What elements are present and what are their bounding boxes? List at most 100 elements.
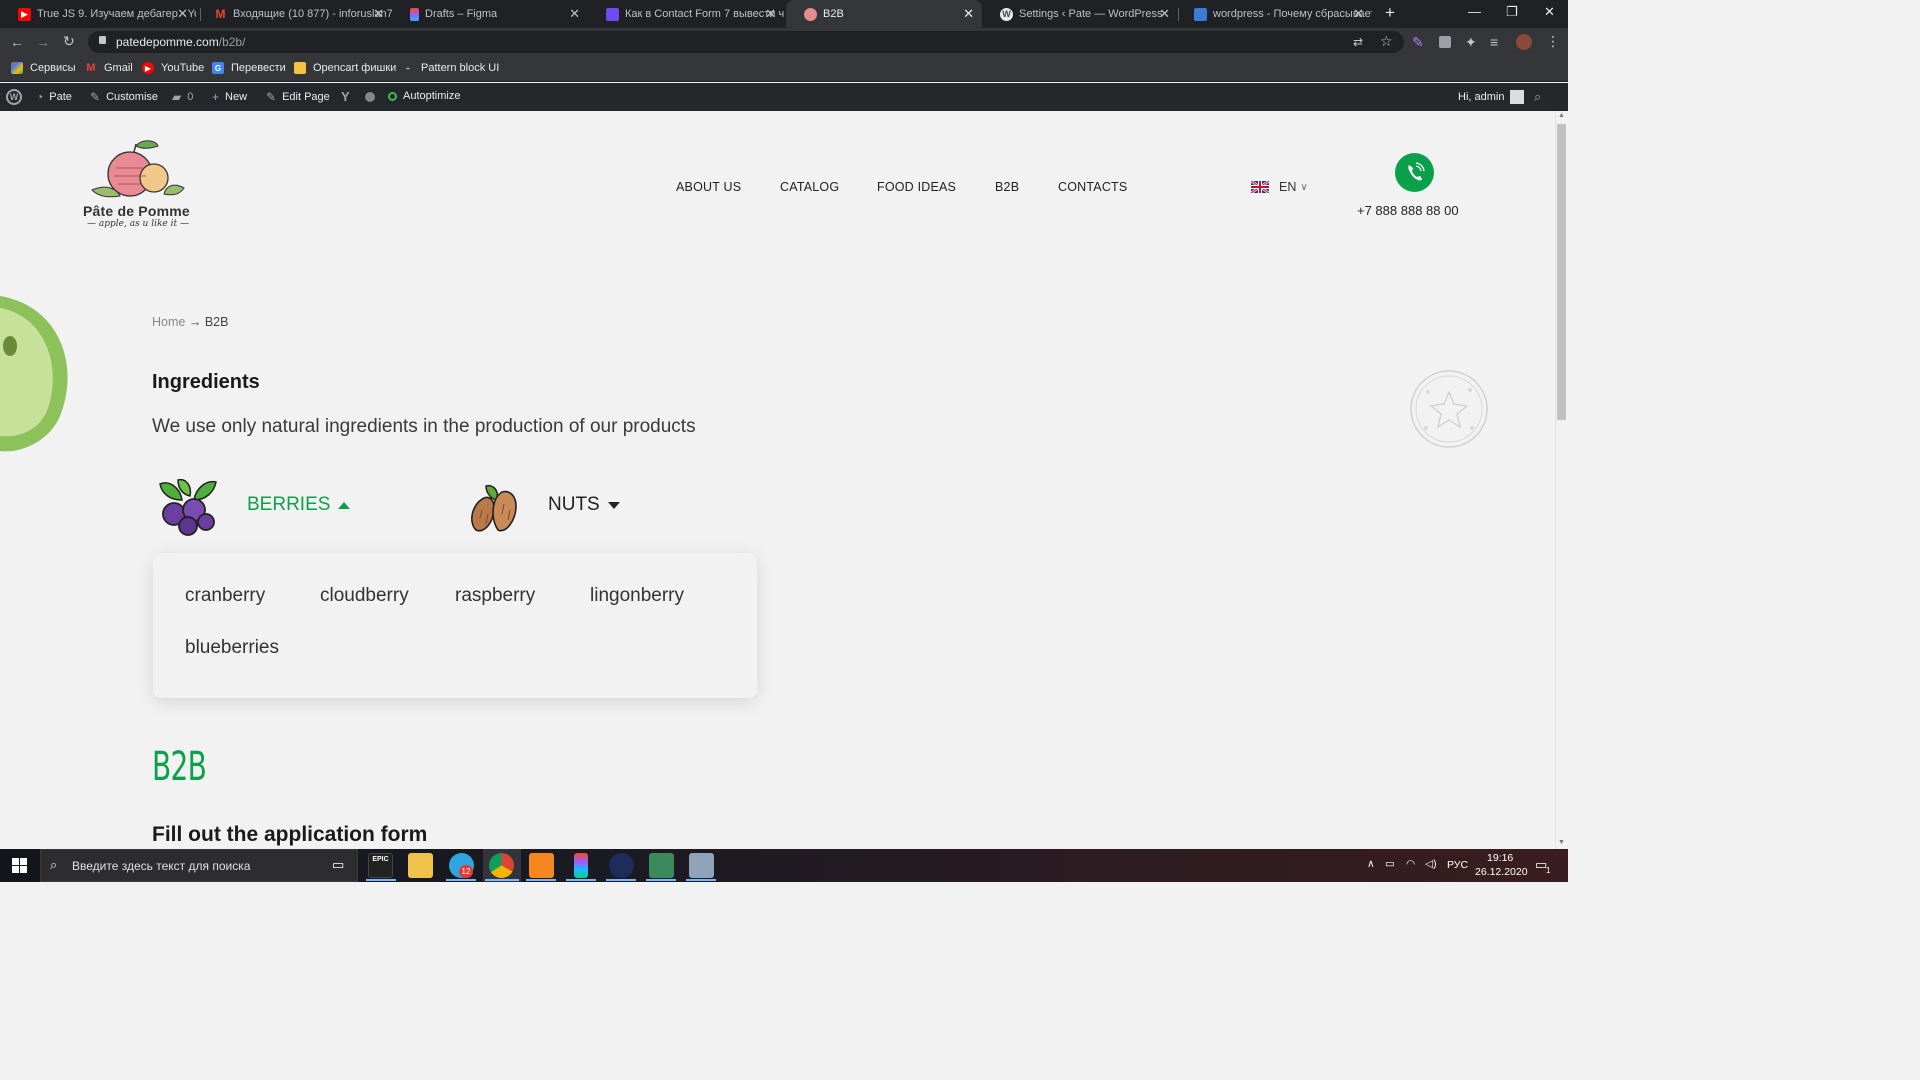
bookmark-label: Перевести: [231, 62, 286, 74]
wp-comment-count: 0: [187, 91, 194, 103]
browser-tab[interactable]: Как в Contact Form 7 вывести ч ✕: [588, 0, 784, 28]
bookmark-item[interactable]: Сервисы: [11, 62, 76, 74]
bookmark-item[interactable]: Opencart фишки: [294, 62, 396, 74]
browser-tab-active[interactable]: B2B ✕: [786, 0, 982, 28]
close-tab-icon[interactable]: ✕: [963, 6, 974, 22]
browser-tab[interactable]: Drafts – Figma ✕: [392, 0, 588, 28]
category-berries-label: BERRIES: [247, 494, 331, 515]
epic-games-icon[interactable]: EPIC: [368, 853, 393, 878]
wp-site-link[interactable]: ◔ Pate: [36, 90, 72, 104]
scrollbar-thumb[interactable]: [1557, 124, 1566, 420]
address-bar[interactable]: [88, 31, 1404, 53]
profile-avatar[interactable]: [1516, 34, 1532, 50]
figma-icon[interactable]: [574, 853, 588, 878]
figma-favicon-icon: [410, 7, 419, 21]
new-tab-icon[interactable]: +: [1385, 3, 1395, 23]
close-window-icon[interactable]: ✕: [1544, 4, 1555, 20]
extension-icon[interactable]: ✎: [1412, 34, 1424, 51]
phone-icon: [1408, 162, 1425, 181]
apple-logo-icon[interactable]: [86, 138, 190, 202]
menu-icon[interactable]: ⋮: [1546, 33, 1560, 50]
wp-customise-link[interactable]: ✎ Customise: [90, 90, 158, 104]
almonds-icon[interactable]: [466, 478, 520, 534]
running-indicator: [485, 879, 519, 881]
bookmark-item[interactable]: ⌁ Pattern block UI: [402, 62, 500, 74]
back-icon[interactable]: ←: [10, 34, 24, 50]
url-text[interactable]: patedepomme.com/b2b/: [116, 35, 245, 49]
file-explorer-icon[interactable]: [408, 853, 433, 878]
wordpress-favicon-icon: W: [1000, 7, 1013, 21]
app-icon[interactable]: [609, 853, 634, 878]
seo-status-dot[interactable]: [365, 92, 375, 102]
blueberries-icon[interactable]: [152, 476, 220, 536]
browser-tab[interactable]: M Входящие (10 877) - inforuslan7 ✕: [196, 0, 393, 28]
translate-icon[interactable]: ⇄: [1353, 35, 1363, 49]
clock-time[interactable]: 19:16: [1487, 852, 1513, 864]
bookmark-item[interactable]: ▶ YouTube: [142, 62, 204, 74]
restore-icon[interactable]: ❐: [1506, 4, 1518, 20]
close-tab-icon[interactable]: ✕: [1159, 6, 1170, 22]
app-icon[interactable]: [689, 853, 714, 878]
category-berries-toggle[interactable]: BERRIES: [247, 494, 351, 516]
wp-autoptimize-link[interactable]: Autoptimize: [388, 90, 460, 102]
nav-about-us[interactable]: ABOUT US: [676, 180, 741, 194]
forward-icon[interactable]: →: [36, 34, 50, 50]
puzzle-icon[interactable]: ✦: [1465, 34, 1477, 51]
running-indicator: [566, 879, 596, 881]
browser-tab[interactable]: wordpress - Почему сбрасывает ✕: [1176, 0, 1372, 28]
browser-tab[interactable]: W Settings ‹ Pate — WordPress ✕: [982, 0, 1178, 28]
bookmark-label: Pattern block UI: [421, 62, 500, 74]
bookmark-item[interactable]: G Перевести: [212, 62, 286, 74]
wp-edit-page-link[interactable]: ✎ Edit Page: [266, 90, 330, 104]
input-language[interactable]: РУС: [1447, 859, 1468, 871]
phone-number[interactable]: +7 888 888 88 00: [1357, 203, 1459, 218]
nav-b2b[interactable]: B2B: [995, 180, 1019, 194]
brush-icon: ✎: [90, 90, 101, 104]
wp-account-menu[interactable]: Hi, admin: [1458, 90, 1525, 104]
running-indicator: [446, 879, 476, 881]
category-nuts-toggle[interactable]: NUTS: [548, 494, 620, 516]
application-form-heading: Fill out the application form: [152, 823, 428, 846]
scroll-down-icon[interactable]: ▼: [1558, 839, 1565, 846]
running-indicator: [686, 879, 716, 881]
chevron-up-icon[interactable]: ∧: [1367, 858, 1375, 870]
media-control-icon[interactable]: ≡: [1490, 34, 1498, 50]
battery-icon[interactable]: ▭: [1385, 858, 1395, 870]
browser-tab[interactable]: ▶ True JS 9. Изучаем дебагер - Yo ✕: [0, 0, 196, 28]
close-tab-icon[interactable]: ✕: [569, 6, 580, 22]
extension-icon[interactable]: [1439, 36, 1451, 48]
close-tab-icon[interactable]: ✕: [765, 6, 776, 22]
sublime-text-icon[interactable]: [529, 853, 554, 878]
scroll-up-icon[interactable]: ▲: [1558, 112, 1565, 119]
bookmark-star-icon[interactable]: ☆: [1380, 33, 1393, 50]
minimize-icon[interactable]: —: [1468, 4, 1481, 19]
breadcrumb: Home → B2B: [152, 315, 228, 329]
nav-contacts[interactable]: CONTACTS: [1058, 180, 1127, 194]
wp-new-link[interactable]: + New: [212, 90, 247, 104]
reload-icon[interactable]: ↻: [63, 33, 75, 50]
plus-icon: +: [212, 90, 220, 104]
nav-food-ideas[interactable]: FOOD IDEAS: [877, 180, 956, 194]
wp-comments-link[interactable]: ▰ 0: [172, 90, 193, 104]
tab-title: Settings ‹ Pate — WordPress: [1019, 8, 1163, 20]
call-button[interactable]: [1395, 153, 1434, 192]
search-icon[interactable]: ⌕: [1534, 89, 1541, 105]
chrome-icon[interactable]: [489, 853, 514, 878]
close-tab-icon[interactable]: ✕: [1353, 6, 1364, 22]
task-view-icon[interactable]: ▭: [332, 857, 344, 873]
volume-icon[interactable]: ◁): [1425, 858, 1437, 870]
breadcrumb-home[interactable]: Home: [152, 315, 185, 329]
logo-title[interactable]: Pâte de Pomme: [83, 203, 190, 219]
language-switcher[interactable]: EN ∨: [1251, 180, 1308, 194]
wordpress-logo-icon[interactable]: W: [6, 89, 22, 105]
windows-start-icon[interactable]: [12, 858, 27, 873]
app-icon[interactable]: [649, 853, 674, 878]
chevron-down-icon: ∨: [1300, 181, 1308, 193]
bookmark-item[interactable]: M Gmail: [85, 62, 132, 74]
yoast-icon[interactable]: Y: [341, 89, 350, 104]
clock-date[interactable]: 26.12.2020: [1475, 866, 1528, 878]
wifi-icon[interactable]: ◠: [1406, 858, 1415, 870]
close-tab-icon[interactable]: ✕: [177, 6, 188, 22]
close-tab-icon[interactable]: ✕: [373, 6, 384, 22]
nav-catalog[interactable]: CATALOG: [780, 180, 839, 194]
